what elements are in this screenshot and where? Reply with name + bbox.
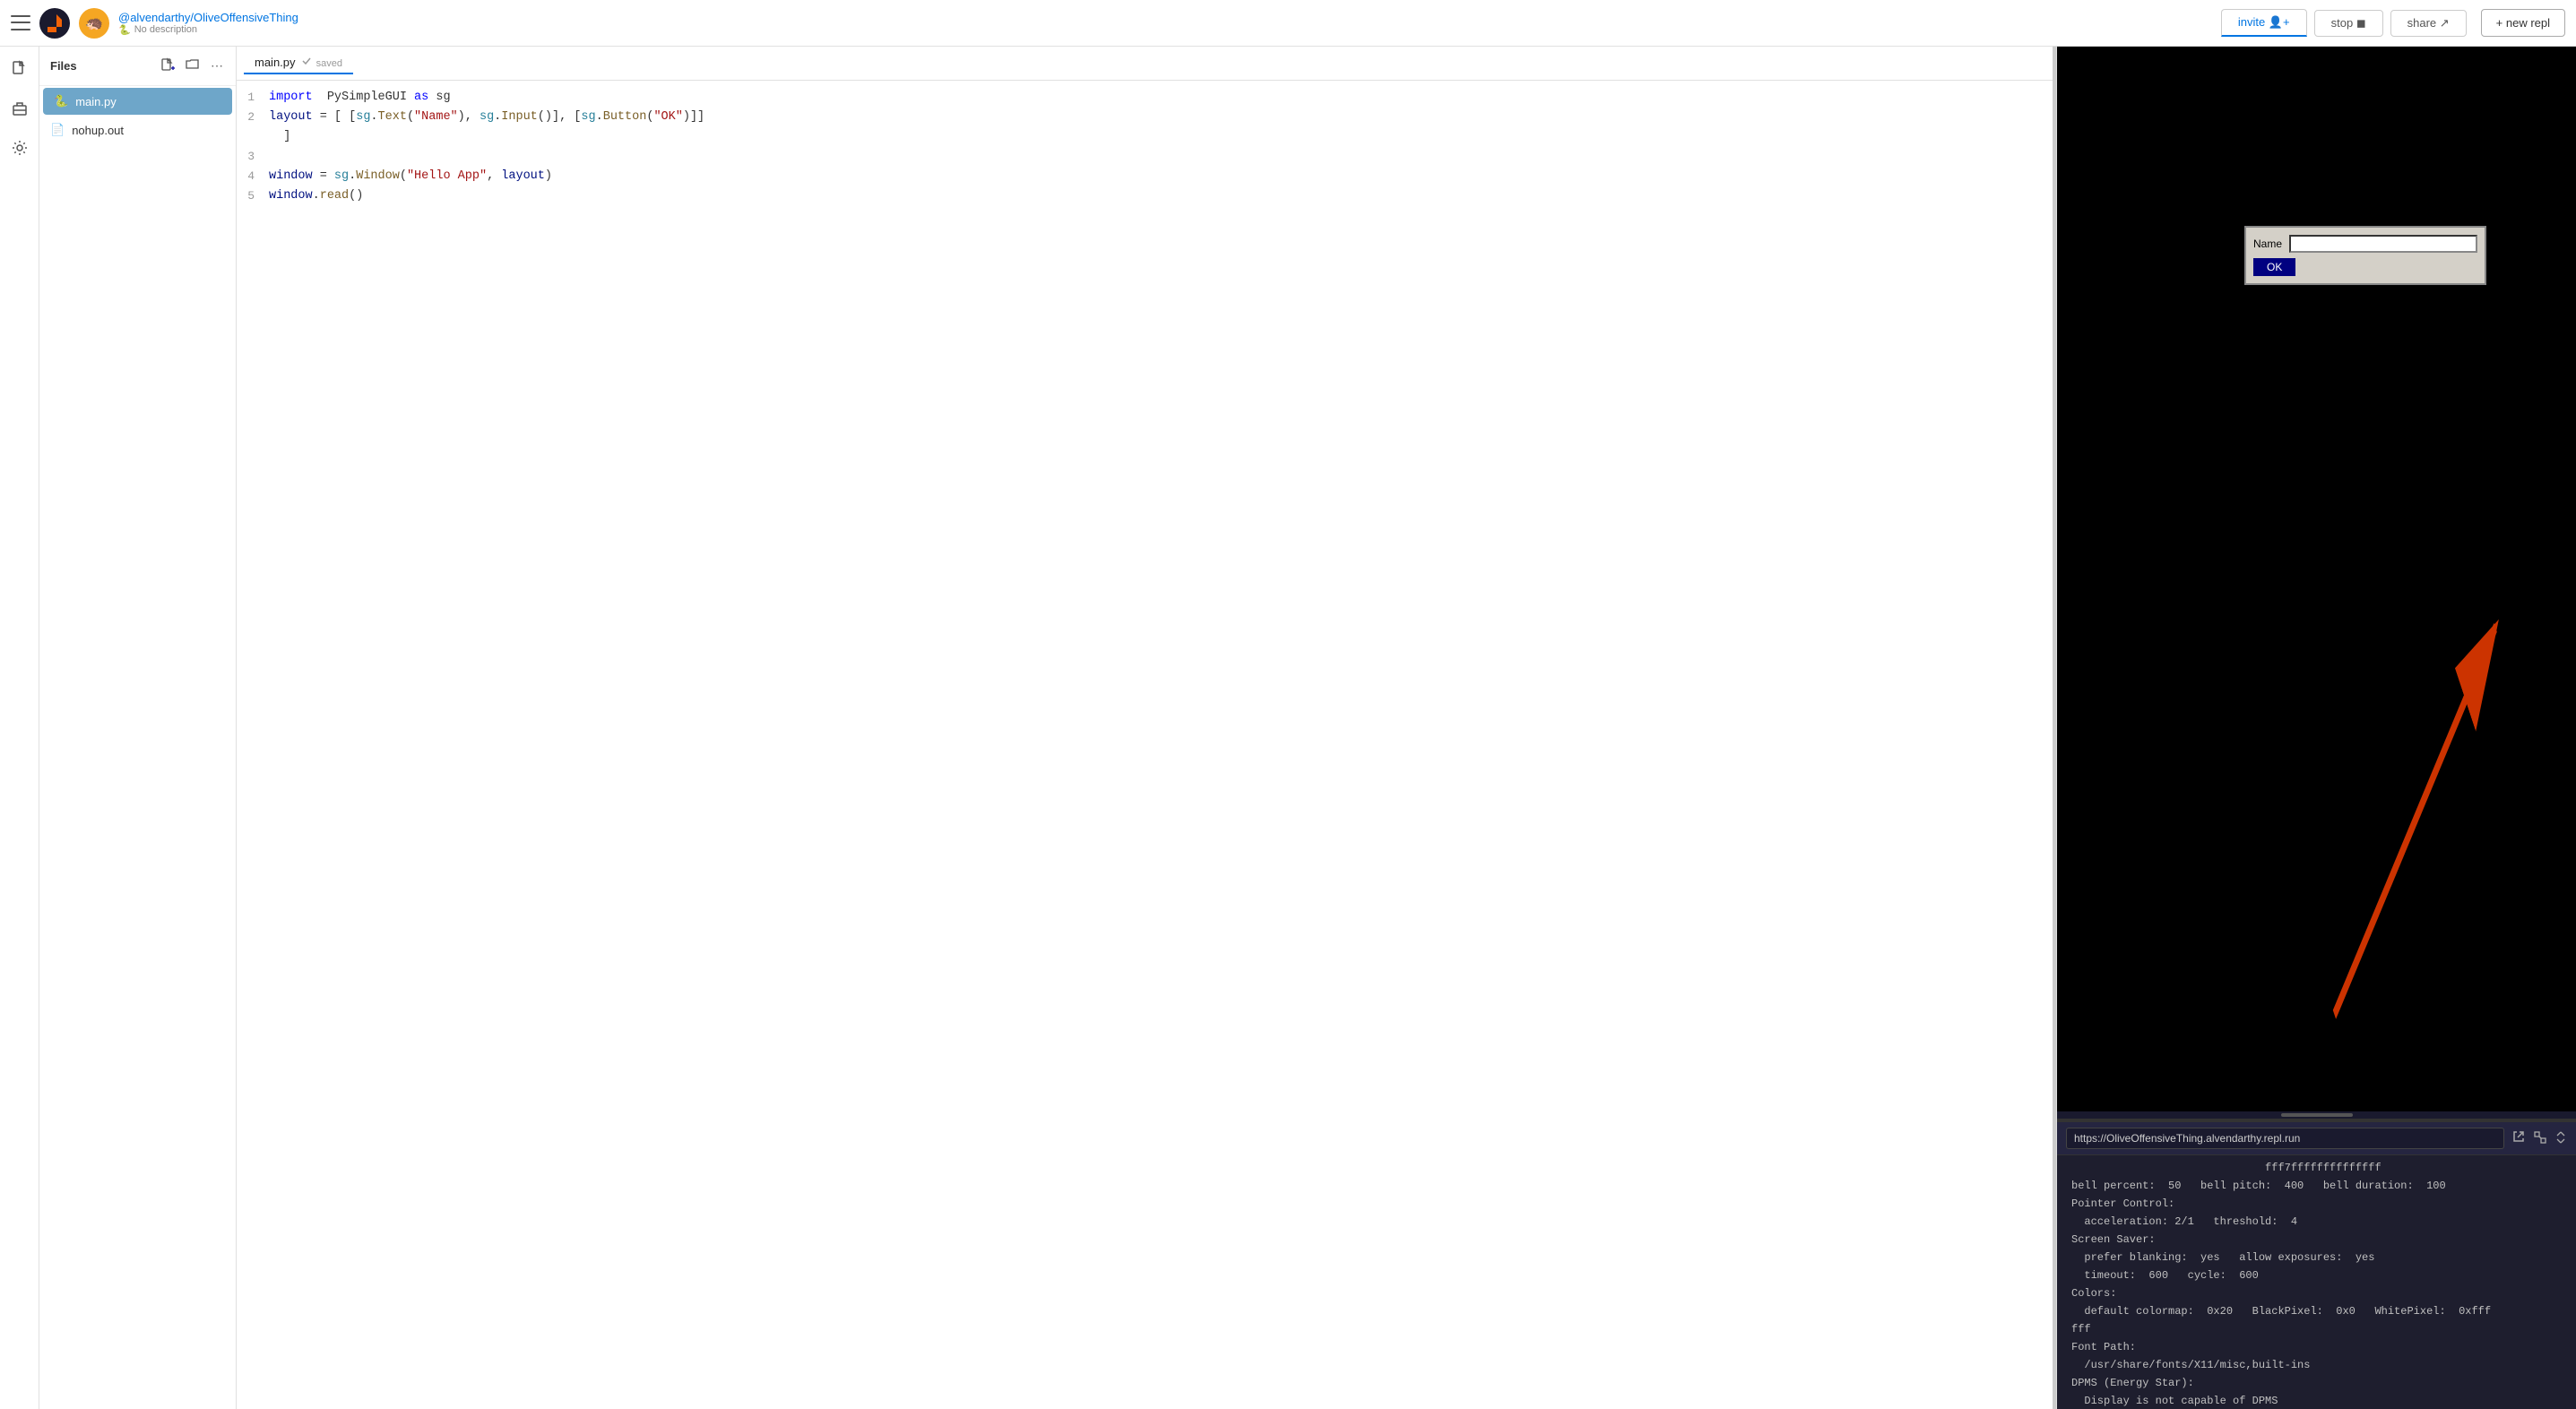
console-line-11: /usr/share/fonts/X11/misc,built-ins bbox=[2071, 1356, 2562, 1374]
new-file-button[interactable] bbox=[159, 56, 177, 76]
code-line-5: 5 window.read() bbox=[237, 186, 2053, 206]
file-panel: Files ⋯ 🐍 bbox=[39, 47, 237, 1409]
console-url-input[interactable] bbox=[2066, 1128, 2504, 1149]
console-line-3: acceleration: 2/1 threshold: 4 bbox=[2071, 1213, 2562, 1231]
main-layout: Files ⋯ 🐍 bbox=[0, 47, 2576, 1409]
gui-ok-row: OK bbox=[2253, 258, 2477, 276]
file-name-main-py: main.py bbox=[75, 95, 117, 108]
console-line-6: timeout: 600 cycle: 600 bbox=[2071, 1266, 2562, 1284]
user-avatar: 🦔 bbox=[79, 8, 109, 39]
gui-name-input[interactable] bbox=[2289, 235, 2477, 253]
console-line-7: Colors: bbox=[2071, 1284, 2562, 1302]
stop-button[interactable]: stop ◼ bbox=[2314, 10, 2383, 37]
file-icon-nohup: 📄 bbox=[50, 123, 65, 137]
console-line-10: Font Path: bbox=[2071, 1338, 2562, 1356]
console-line-8: default colormap: 0x20 BlackPixel: 0x0 W… bbox=[2071, 1302, 2562, 1320]
tab-filename: main.py bbox=[255, 56, 296, 69]
topbar-center-actions: invite 👤+ stop ◼ share ↗ bbox=[2217, 9, 2470, 37]
gui-dialog: Name OK bbox=[2244, 226, 2486, 285]
preview-scrollbar bbox=[2057, 1111, 2576, 1119]
arrow-annotation bbox=[2057, 47, 2576, 1111]
username-link[interactable]: @alvendarthy/OliveOffensiveThing bbox=[118, 11, 298, 24]
code-line-3: 3 bbox=[237, 147, 2053, 167]
console-close-button[interactable] bbox=[2554, 1131, 2567, 1146]
console-line-12: DPMS (Energy Star): bbox=[2071, 1374, 2562, 1392]
sidebar-icon-settings[interactable] bbox=[8, 136, 31, 160]
replit-logo bbox=[39, 8, 70, 39]
new-repl-button[interactable]: + new repl bbox=[2481, 9, 2565, 37]
code-line-1: 1 import PySimpleGUI as sg bbox=[237, 88, 2053, 108]
file-panel-header: Files ⋯ bbox=[39, 47, 236, 86]
editor-tabs: main.py saved bbox=[237, 47, 2053, 81]
file-item-nohup-out[interactable]: 📄 nohup.out bbox=[39, 117, 236, 143]
editor-tab-main-py[interactable]: main.py saved bbox=[244, 52, 353, 74]
topbar-left: 🦔 @alvendarthy/OliveOffensiveThing 🐍 No … bbox=[11, 8, 2207, 39]
console-line-1: bell percent: 50 bell pitch: 400 bell du… bbox=[2071, 1177, 2562, 1195]
console-output: fff7ffffffffffffff bell percent: 50 bell… bbox=[2057, 1155, 2576, 1409]
sidebar-icons bbox=[0, 47, 39, 1409]
console-expand-button[interactable] bbox=[2533, 1130, 2547, 1147]
python-file-icon: 🐍 bbox=[54, 94, 68, 108]
right-panel: Name OK bbox=[2056, 47, 2576, 1409]
console-url-bar bbox=[2057, 1122, 2576, 1155]
no-description: 🐍 No description bbox=[118, 24, 298, 36]
files-label: Files bbox=[50, 59, 77, 73]
python-icon: 🐍 bbox=[118, 24, 131, 36]
sidebar-icon-packages[interactable] bbox=[8, 97, 31, 120]
file-item-main-py[interactable]: 🐍 main.py bbox=[43, 88, 232, 115]
gui-dialog-row: Name bbox=[2253, 235, 2477, 253]
console-line-4: Screen Saver: bbox=[2071, 1231, 2562, 1249]
console-line-5: prefer blanking: yes allow exposures: ye… bbox=[2071, 1249, 2562, 1266]
code-line-2: 2 layout = [ [sg.Text("Name"), sg.Input(… bbox=[237, 108, 2053, 127]
console-line-0: fff7ffffffffffffff bbox=[2071, 1159, 2562, 1177]
file-panel-actions: ⋯ bbox=[159, 56, 225, 76]
hamburger-menu[interactable] bbox=[11, 13, 30, 33]
external-link-button[interactable] bbox=[2511, 1129, 2526, 1148]
console-line-9: fff bbox=[2071, 1320, 2562, 1338]
new-folder-button[interactable] bbox=[184, 56, 202, 76]
code-line-4: 4 window = sg.Window("Hello App", layout… bbox=[237, 167, 2053, 186]
more-files-button[interactable]: ⋯ bbox=[209, 56, 225, 76]
file-name-nohup: nohup.out bbox=[72, 124, 124, 137]
code-line-2b: ] bbox=[237, 127, 2053, 147]
sidebar-icon-files[interactable] bbox=[8, 57, 31, 81]
console-area: fff7ffffffffffffff bell percent: 50 bell… bbox=[2057, 1122, 2576, 1409]
gui-name-label: Name bbox=[2253, 238, 2282, 250]
code-body[interactable]: 1 import PySimpleGUI as sg 2 layout = [ … bbox=[237, 81, 2053, 1409]
topbar: 🦔 @alvendarthy/OliveOffensiveThing 🐍 No … bbox=[0, 0, 2576, 47]
user-info: @alvendarthy/OliveOffensiveThing 🐍 No de… bbox=[118, 11, 298, 36]
console-line-13: Display is not capable of DPMS bbox=[2071, 1392, 2562, 1409]
gui-ok-button[interactable]: OK bbox=[2253, 258, 2295, 276]
editor-area: main.py saved 1 import PySimpleGUI as sg… bbox=[237, 47, 2053, 1409]
scrollbar-track[interactable] bbox=[2281, 1113, 2353, 1117]
console-line-2: Pointer Control: bbox=[2071, 1195, 2562, 1213]
invite-button[interactable]: invite 👤+ bbox=[2221, 9, 2307, 37]
saved-indicator: saved bbox=[301, 56, 342, 69]
preview-area: Name OK bbox=[2057, 47, 2576, 1111]
share-button[interactable]: share ↗ bbox=[2390, 10, 2467, 37]
